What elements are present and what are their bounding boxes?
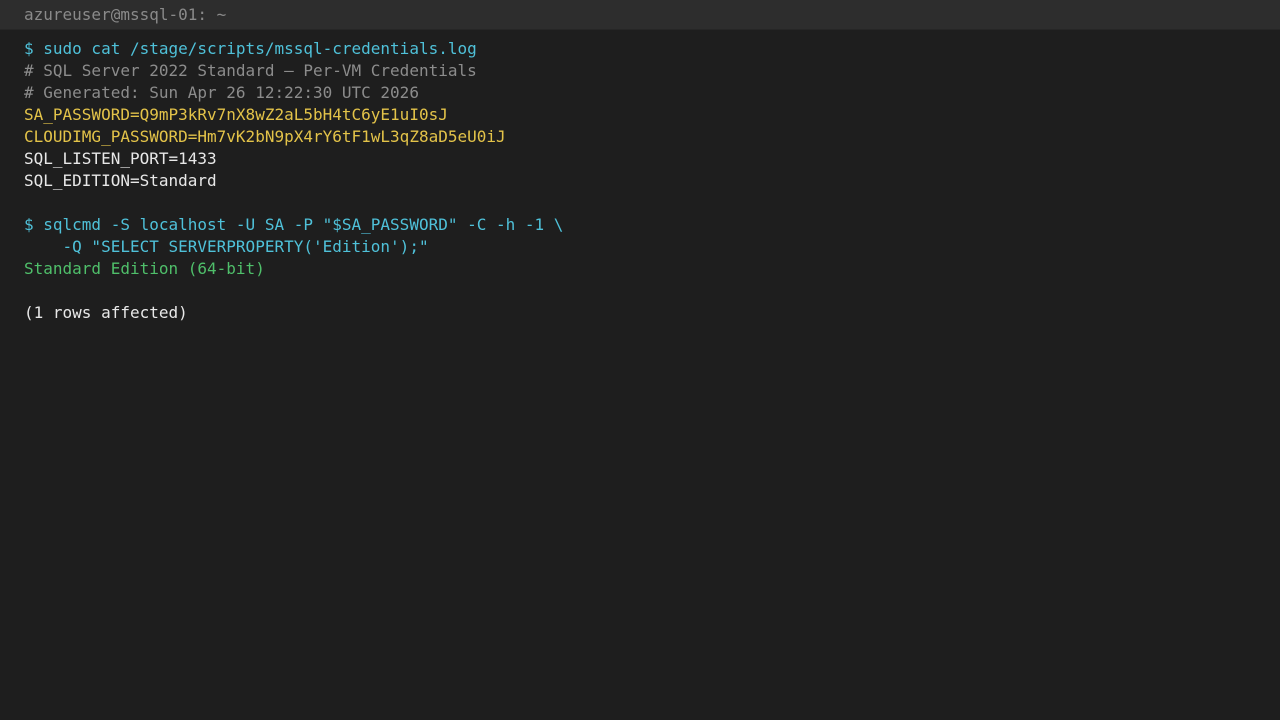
window-title: azureuser@mssql-01: ~ bbox=[24, 4, 227, 24]
output-line: SQL_LISTEN_PORT=1433 bbox=[24, 149, 217, 168]
window-titlebar[interactable]: azureuser@mssql-01: ~ bbox=[0, 0, 1280, 30]
terminal-window: azureuser@mssql-01: ~ $ sudo cat /stage/… bbox=[0, 0, 1280, 720]
output-line: SQL_EDITION=Standard bbox=[24, 171, 217, 190]
command-line: -Q "SELECT SERVERPROPERTY('Edition');" bbox=[24, 237, 429, 256]
output-line: SA_PASSWORD=Q9mP3kRv7nX8wZ2aL5bH4tC6yE1u… bbox=[24, 105, 448, 124]
output-line: # Generated: Sun Apr 26 12:22:30 UTC 202… bbox=[24, 83, 419, 102]
output-line: CLOUDIMG_PASSWORD=Hm7vK2bN9pX4rY6tF1wL3q… bbox=[24, 127, 506, 146]
output-line: (1 rows affected) bbox=[24, 303, 188, 322]
command-line: $ sqlcmd -S localhost -U SA -P "$SA_PASS… bbox=[24, 215, 564, 234]
command-line: $ sudo cat /stage/scripts/mssql-credenti… bbox=[24, 39, 477, 58]
output-line: Standard Edition (64-bit) bbox=[24, 259, 265, 278]
terminal-output[interactable]: $ sudo cat /stage/scripts/mssql-credenti… bbox=[24, 38, 1280, 324]
output-line: # SQL Server 2022 Standard — Per-VM Cred… bbox=[24, 61, 477, 80]
